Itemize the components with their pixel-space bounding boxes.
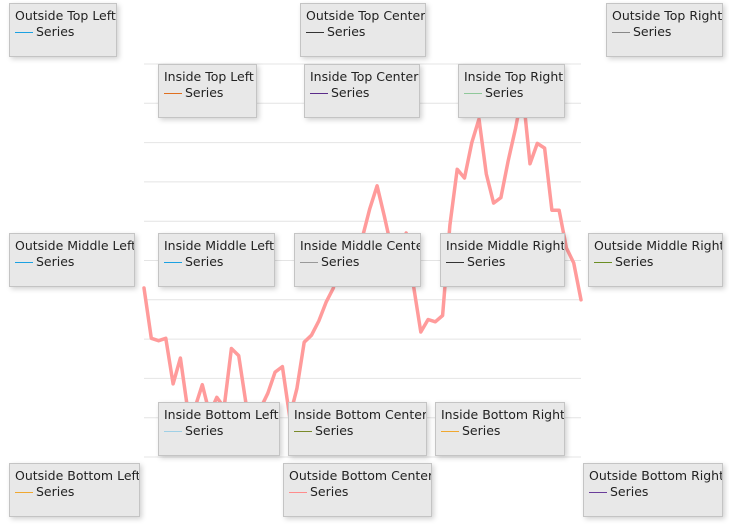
series-swatch-icon	[310, 92, 328, 94]
series-swatch-icon	[594, 261, 612, 263]
legend-title: Outside Bottom Center	[289, 468, 432, 483]
series-swatch-icon	[300, 261, 318, 263]
legend-series-label: Series	[321, 254, 360, 269]
legend-outside-top-left: Outside Top Left Series	[9, 3, 117, 57]
legend-series-label: Series	[36, 24, 75, 39]
series-swatch-icon	[446, 261, 464, 263]
legend-outside-bottom-center: Outside Bottom Center Series	[283, 463, 432, 517]
series-swatch-icon	[612, 31, 630, 33]
legend-series-label: Series	[310, 484, 349, 499]
legend-inside-bottom-center: Inside Bottom Center Series	[288, 402, 427, 456]
legend-title: Inside Middle Left	[164, 238, 274, 253]
legend-title: Inside Bottom Left	[164, 407, 279, 422]
legend-inside-middle-center: Inside Middle Cente Series	[294, 233, 421, 287]
legend-outside-top-center: Outside Top Center Series	[300, 3, 426, 57]
series-swatch-icon	[464, 92, 482, 94]
legend-series-label: Series	[462, 423, 501, 438]
legend-outside-top-right: Outside Top Right Series	[606, 3, 723, 57]
legend-title: Outside Middle Right	[594, 238, 723, 253]
legend-title: Inside Top Right	[464, 69, 564, 84]
series-swatch-icon	[306, 31, 324, 33]
legend-series-label: Series	[633, 24, 672, 39]
series-swatch-icon	[15, 491, 33, 493]
legend-inside-bottom-left: Inside Bottom Left Series	[158, 402, 280, 456]
legend-title: Inside Bottom Right	[441, 407, 565, 422]
legend-series-label: Series	[185, 85, 224, 100]
legend-series-label: Series	[327, 24, 366, 39]
legend-title: Outside Bottom Right	[589, 468, 723, 483]
legend-series-label: Series	[610, 484, 649, 499]
series-swatch-icon	[15, 261, 33, 263]
legend-series-label: Series	[36, 254, 75, 269]
legend-title: Outside Top Right	[612, 8, 723, 23]
legend-title: Inside Bottom Center	[294, 407, 427, 422]
series-swatch-icon	[441, 430, 459, 432]
legend-inside-top-left: Inside Top Left Series	[158, 64, 257, 118]
legend-outside-middle-right: Outside Middle Right Series	[588, 233, 723, 287]
legend-title: Inside Top Center	[310, 69, 419, 84]
legend-series-label: Series	[185, 254, 224, 269]
legend-series-label: Series	[36, 484, 75, 499]
legend-outside-middle-left: Outside Middle Left Series	[9, 233, 135, 287]
legend-series-label: Series	[467, 254, 506, 269]
series-swatch-icon	[294, 430, 312, 432]
series-swatch-icon	[15, 31, 33, 33]
legend-inside-bottom-right: Inside Bottom Right Series	[435, 402, 565, 456]
legend-title: Inside Top Left	[164, 69, 254, 84]
legend-inside-top-right: Inside Top Right Series	[458, 64, 565, 118]
legend-title: Outside Bottom Left	[15, 468, 140, 483]
series-swatch-icon	[164, 430, 182, 432]
series-swatch-icon	[589, 491, 607, 493]
legend-series-label: Series	[615, 254, 654, 269]
legend-inside-top-center: Inside Top Center Series	[304, 64, 420, 118]
legend-outside-bottom-left: Outside Bottom Left Series	[9, 463, 140, 517]
series-swatch-icon	[289, 491, 307, 493]
legend-title: Outside Top Center	[306, 8, 426, 23]
legend-series-label: Series	[331, 85, 370, 100]
series-swatch-icon	[164, 92, 182, 94]
legend-title: Inside Middle Cente	[300, 238, 421, 253]
legend-series-label: Series	[185, 423, 224, 438]
legend-series-label: Series	[315, 423, 354, 438]
legend-title: Outside Top Left	[15, 8, 116, 23]
legend-series-label: Series	[485, 85, 524, 100]
legend-title: Inside Middle Right	[446, 238, 565, 253]
legend-inside-middle-left: Inside Middle Left Series	[158, 233, 275, 287]
legend-outside-bottom-right: Outside Bottom Right Series	[583, 463, 723, 517]
legend-title: Outside Middle Left	[15, 238, 135, 253]
legend-inside-middle-right: Inside Middle Right Series	[440, 233, 565, 287]
series-swatch-icon	[164, 261, 182, 263]
